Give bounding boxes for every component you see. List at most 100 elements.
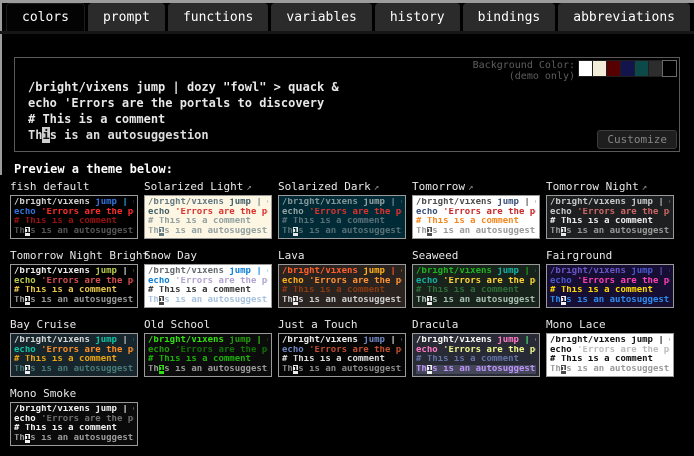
preview-line-autosuggestion: This is an autosuggestion	[282, 296, 402, 306]
theme-title[interactable]: Solarized Light↗	[144, 180, 272, 193]
theme-card-lava[interactable]: Lava/bright/vixens jump | dozy "fowl" > …	[278, 249, 406, 308]
bg-color-swatch[interactable]	[634, 60, 649, 77]
cursor-block: i	[42, 127, 49, 143]
preview-line: /bright/vixens jump | dozy "fowl" > quac…	[14, 198, 134, 208]
preview-line-autosuggestion: This is an autosuggestion	[282, 227, 402, 237]
theme-title: fish default	[10, 180, 138, 193]
theme-preview[interactable]: /bright/vixens jump | dozy "fowl" > quac…	[144, 195, 272, 239]
preview-line-autosuggestion: This is an autosuggestion	[416, 296, 536, 306]
theme-preview[interactable]: /bright/vixens jump | dozy "fowl" > quac…	[278, 333, 406, 377]
theme-preview[interactable]: /bright/vixens jump | dozy "fowl" > quac…	[546, 195, 674, 239]
tab-history[interactable]: history	[375, 3, 460, 31]
theme-preview[interactable]: /bright/vixens jump | dozy "fowl" > quac…	[144, 264, 272, 308]
theme-preview[interactable]: /bright/vixens jump | dozy "fowl" > quac…	[144, 333, 272, 377]
preview-line-autosuggestion: This is an autosuggestion	[14, 434, 134, 444]
theme-title: Old School	[144, 318, 272, 331]
tab-bindings[interactable]: bindings	[463, 3, 556, 31]
theme-card-dracula[interactable]: Dracula/bright/vixens jump | dozy "fowl"…	[412, 318, 540, 377]
preview-line: # This is a comment	[550, 217, 670, 227]
theme-preview[interactable]: /bright/vixens jump | dozy "fowl" > quac…	[412, 264, 540, 308]
preview-line: /bright/vixens jump | dozy "fowl" > quac…	[282, 267, 402, 277]
bg-color-swatch[interactable]	[578, 60, 593, 77]
external-link-icon: ↗	[468, 183, 473, 193]
preview-line-autosuggestion: This is an autosuggestion	[14, 365, 134, 375]
theme-preview[interactable]: /bright/vixens jump | dozy "fowl" > quac…	[278, 264, 406, 308]
theme-card-bay-cruise[interactable]: Bay Cruise/bright/vixens jump | dozy "fo…	[10, 318, 138, 377]
preview-line: echo 'Errors are the portals to discover…	[550, 208, 670, 218]
preview-line: echo 'Errors are the portals to discover…	[14, 208, 134, 218]
preview-line: echo 'Errors are the portals to discover…	[148, 277, 268, 287]
preview-line-autosuggestion: This is an autosuggestion	[148, 365, 268, 375]
theme-preview[interactable]: /bright/vixens jump | dozy "fowl" > quac…	[10, 402, 138, 446]
theme-card-solarized-light[interactable]: Solarized Light↗ /bright/vixens jump | do…	[144, 180, 272, 239]
bg-color-swatch[interactable]	[620, 60, 635, 77]
theme-preview[interactable]: /bright/vixens jump | dozy "fowl" > quac…	[278, 195, 406, 239]
preview-line: echo 'Errors are the portals to discover…	[282, 277, 402, 287]
theme-card-tomorrow-night-bright[interactable]: Tomorrow Night Bright↗ /bright/vixens jum…	[10, 249, 138, 308]
theme-preview[interactable]: /bright/vixens jump | dozy "fowl" > quac…	[10, 333, 138, 377]
theme-title: Just a Touch	[278, 318, 406, 331]
preview-line: # This is a comment	[28, 111, 339, 127]
tab-abbreviations[interactable]: abbreviations	[558, 3, 690, 31]
theme-card-tomorrow[interactable]: Tomorrow↗ /bright/vixens jump | dozy "fow…	[412, 180, 540, 239]
preview-line: /bright/vixens jump | dozy "fowl" > quac…	[148, 267, 268, 277]
theme-card-fairground[interactable]: Fairground/bright/vixens jump | dozy "fo…	[546, 249, 674, 308]
preview-line-autosuggestion: This is an autosuggestion	[550, 365, 670, 375]
tab-colors[interactable]: colors	[6, 3, 85, 31]
preview-line-autosuggestion: This is an autosuggestion	[148, 227, 268, 237]
theme-card-just-a-touch[interactable]: Just a Touch/bright/vixens jump | dozy "…	[278, 318, 406, 377]
theme-card-seaweed[interactable]: Seaweed/bright/vixens jump | dozy "fowl"…	[412, 249, 540, 308]
preview-line: # This is a comment	[14, 355, 134, 365]
preview-line: # This is a comment	[282, 217, 402, 227]
theme-card-old-school[interactable]: Old School/bright/vixens jump | dozy "fo…	[144, 318, 272, 377]
preview-line: # This is a comment	[416, 355, 536, 365]
theme-title[interactable]: Tomorrow↗	[412, 180, 540, 193]
preview-line: # This is a comment	[416, 217, 536, 227]
theme-preview[interactable]: /bright/vixens jump | dozy "fowl" > quac…	[10, 264, 138, 308]
theme-card-solarized-dark[interactable]: Solarized Dark↗ /bright/vixens jump | doz…	[278, 180, 406, 239]
bg-color-swatch[interactable]	[592, 60, 607, 77]
preview-line: /bright/vixens jump | dozy "fowl" > quac…	[148, 336, 268, 346]
theme-title[interactable]: Tomorrow Night Bright↗	[10, 249, 138, 262]
tab-variables[interactable]: variables	[271, 3, 371, 31]
tab-prompt[interactable]: prompt	[88, 3, 165, 31]
tab-functions[interactable]: functions	[168, 3, 268, 31]
preview-line: /bright/vixens jump | dozy "fowl" > quac…	[14, 267, 134, 277]
preview-line: echo 'Errors are the portals to discover…	[14, 277, 134, 287]
preview-line: # This is a comment	[148, 286, 268, 296]
theme-preview[interactable]: /bright/vixens jump | dozy "fowl" > quac…	[10, 195, 138, 239]
background-color-swatches	[579, 60, 677, 77]
preview-line: # This is a comment	[282, 286, 402, 296]
preview-line: /bright/vixens jump | dozy "fowl" > quac…	[550, 198, 670, 208]
theme-preview[interactable]: /bright/vixens jump | dozy "fowl" > quac…	[546, 264, 674, 308]
background-color-label-line2: (demo only)	[473, 71, 575, 82]
bg-color-swatch[interactable]	[606, 60, 621, 77]
theme-preview[interactable]: /bright/vixens jump | dozy "fowl" > quac…	[412, 333, 540, 377]
preview-line: /bright/vixens jump | dozy "fowl" > quac…	[416, 198, 536, 208]
tab-bar: colorspromptfunctionsvariableshistorybin…	[6, 3, 690, 31]
theme-preview[interactable]: /bright/vixens jump | dozy "fowl" > quac…	[412, 195, 540, 239]
preview-line: echo 'Errors are the portals to discover…	[550, 346, 670, 356]
preview-line: echo 'Errors are the portals to discover…	[14, 415, 134, 425]
theme-card-mono-smoke[interactable]: Mono Smoke/bright/vixens jump | dozy "fo…	[10, 387, 138, 446]
preview-line: # This is a comment	[550, 355, 670, 365]
preview-line-autosuggestion: This is an autosuggestion	[550, 227, 670, 237]
preview-theme-heading: Preview a theme below:	[14, 162, 173, 176]
theme-title[interactable]: Solarized Dark↗	[278, 180, 406, 193]
bg-color-swatch[interactable]	[662, 60, 677, 77]
bg-color-swatch[interactable]	[648, 60, 663, 77]
theme-preview[interactable]: /bright/vixens jump | dozy "fowl" > quac…	[546, 333, 674, 377]
theme-card-mono-lace[interactable]: Mono Lace/bright/vixens jump | dozy "fow…	[546, 318, 674, 377]
preview-line: /bright/vixens jump | dozy "fowl" > quac…	[282, 198, 402, 208]
window-edge-left	[0, 3, 2, 175]
theme-title[interactable]: Tomorrow Night↗	[546, 180, 674, 193]
preview-line: echo 'Errors are the portals to discover…	[416, 208, 536, 218]
theme-card-fish-default[interactable]: fish default/bright/vixens jump | dozy "…	[10, 180, 138, 239]
preview-line: /bright/vixens jump | dozy "fowl" > quac…	[416, 336, 536, 346]
customize-button[interactable]: Customize	[597, 130, 677, 149]
theme-card-tomorrow-night[interactable]: Tomorrow Night↗ /bright/vixens jump | doz…	[546, 180, 674, 239]
preview-line: # This is a comment	[550, 286, 670, 296]
theme-card-snow-day[interactable]: Snow Day/bright/vixens jump | dozy "fowl…	[144, 249, 272, 308]
terminal-preview-lines: /bright/vixens jump | dozy "fowl" > quac…	[28, 79, 339, 143]
terminal-preview-panel: Background Color: (demo only) /bright/vi…	[14, 57, 680, 152]
